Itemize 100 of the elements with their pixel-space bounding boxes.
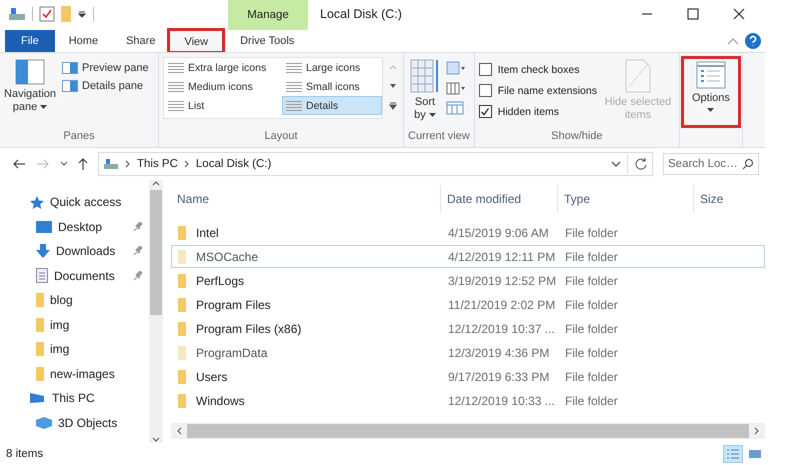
chevron-icon[interactable] (125, 160, 131, 168)
type-cell-text: File folder (564, 394, 619, 408)
file-row[interactable]: ProgramData 12/3/2019 4:36 PM File folder (171, 341, 765, 364)
ribbon-tab[interactable]: Home (54, 30, 112, 52)
checkbox[interactable] (478, 63, 492, 76)
nav-item[interactable]: blog (30, 288, 149, 312)
checkbox[interactable] (478, 84, 492, 97)
search-icon[interactable] (742, 158, 754, 170)
pin-icon[interactable] (133, 270, 143, 281)
add-columns-icon[interactable] (446, 81, 466, 95)
layout-option[interactable]: Medium icons (164, 77, 282, 96)
details-pane-button[interactable]: Details pane (60, 79, 151, 93)
file-row[interactable]: Intel 4/15/2019 9:06 AM File folder (171, 221, 765, 244)
expand-gallery-icon[interactable] (389, 102, 397, 110)
folder-icon (178, 298, 186, 312)
nav-item[interactable]: new-images (30, 362, 149, 386)
column-header[interactable]: Date modified (441, 185, 558, 213)
refresh-icon[interactable] (634, 157, 648, 171)
scroll-bar[interactable] (149, 180, 163, 443)
size-columns-icon[interactable] (446, 101, 466, 115)
close-icon[interactable] (733, 8, 745, 20)
nav-item[interactable]: Documents (30, 264, 149, 288)
drive-icon[interactable] (8, 7, 26, 21)
column-header[interactable]: Name (171, 185, 441, 213)
recent-caret-icon[interactable] (60, 161, 68, 167)
sort-by-button[interactable]: Sort by (408, 57, 442, 130)
scroll-left-icon[interactable] (176, 427, 182, 435)
type-cell-text: File folder (564, 298, 619, 312)
file-name: Windows (196, 394, 245, 408)
chevron-icon[interactable] (184, 160, 190, 168)
collapse-caret-icon[interactable] (727, 37, 739, 45)
breadcrumb[interactable]: Local Disk (C:) (196, 158, 272, 170)
folder-icon (178, 250, 186, 264)
checkmark-page-icon[interactable] (39, 6, 55, 22)
file-row[interactable]: Program Files 11/21/2019 2:02 PM File folder (171, 293, 765, 316)
type-cell-text: File folder (564, 346, 619, 360)
column-header[interactable]: Size (694, 185, 754, 213)
file-name: ProgramData (196, 346, 268, 360)
pin-icon[interactable] (133, 246, 143, 256)
date-cell-text: 4/15/2019 9:06 AM (447, 226, 550, 240)
dropdown-caret-icon[interactable] (77, 9, 87, 19)
type-cell-text: File folder (564, 226, 619, 240)
file-row[interactable]: MSOCache 4/12/2019 12:11 PM File folder (171, 245, 765, 268)
file-name: Intel (196, 226, 219, 240)
nav-item[interactable]: Quick access (30, 190, 149, 214)
date-cell-text: 3/19/2019 12:52 PM (447, 274, 558, 288)
file-row[interactable]: Windows 12/12/2019 10:33 ... File folder (171, 389, 765, 412)
window-title: Local Disk (C:) (319, 6, 402, 21)
type-cell-text: File folder (564, 322, 619, 336)
folder-icon (36, 293, 44, 308)
scroll-down-icon[interactable] (152, 437, 160, 443)
layout-option[interactable]: Extra large icons (164, 58, 282, 77)
nav-item[interactable]: 3D Objects (30, 410, 149, 435)
caret-icon (707, 108, 714, 113)
up-arrow-icon[interactable] (78, 157, 88, 171)
layout-option[interactable]: List (164, 96, 282, 115)
file-row[interactable]: PerfLogs 3/19/2019 12:52 PM File folder (171, 269, 765, 292)
nav-item[interactable]: Downloads (30, 239, 149, 264)
checkbox[interactable] (478, 105, 492, 118)
download-arrow-icon (36, 244, 50, 258)
folder-icon (178, 346, 186, 360)
computer-icon (30, 392, 46, 404)
file-row[interactable]: Program Files (x86) 12/12/2019 10:37 ... File folder (171, 317, 765, 340)
pin-icon[interactable] (133, 222, 143, 232)
layout-option[interactable]: Large icons (282, 58, 382, 77)
ribbon-tab[interactable]: View (169, 30, 224, 52)
file-name: PerfLogs (196, 274, 244, 288)
nav-item[interactable]: This PC (30, 386, 149, 410)
dropdown-caret-icon[interactable] (611, 160, 621, 168)
navigation-pane-button[interactable]: Navigation pane (4, 57, 56, 130)
nav-item[interactable]: img (30, 312, 149, 337)
file-row[interactable]: Users 9/17/2019 6:33 PM File folder (171, 365, 765, 388)
back-arrow-icon[interactable] (12, 158, 26, 170)
date-cell-text: 9/17/2019 6:33 PM (447, 370, 550, 384)
scroll-down-icon[interactable] (389, 82, 397, 89)
breadcrumb[interactable]: This PC (137, 158, 178, 170)
maximize-icon[interactable] (687, 8, 699, 20)
help-icon[interactable] (745, 33, 761, 49)
group-by-icon[interactable] (446, 61, 466, 75)
desktop-icon (36, 220, 52, 233)
preview-pane-button[interactable]: Preview pane (60, 61, 151, 75)
nav-item[interactable]: img (30, 337, 149, 362)
details-view-button[interactable] (723, 445, 743, 463)
scroll-up-icon[interactable] (152, 180, 160, 186)
search-field[interactable]: Search Loc… (663, 153, 759, 175)
column-header[interactable]: Type (558, 185, 694, 213)
folder-icon (178, 226, 186, 240)
sort-columns-icon (410, 59, 440, 93)
horizontal-scroll-bar[interactable] (171, 423, 765, 439)
checkbox-label: Hidden items (498, 106, 560, 118)
layout-option[interactable]: Small icons (282, 77, 382, 96)
nav-item[interactable]: Desktop (30, 214, 149, 239)
options-button[interactable]: Options (684, 59, 738, 125)
scroll-right-icon[interactable] (754, 427, 760, 435)
ribbon-tab[interactable]: Share (112, 30, 170, 52)
layout-option[interactable]: Details (282, 96, 382, 115)
caret-icon (428, 113, 436, 118)
address-bar[interactable]: This PC Local Disk (C:) (98, 152, 653, 176)
ribbon-tab[interactable]: File (5, 30, 55, 52)
caret-icon (40, 105, 48, 110)
